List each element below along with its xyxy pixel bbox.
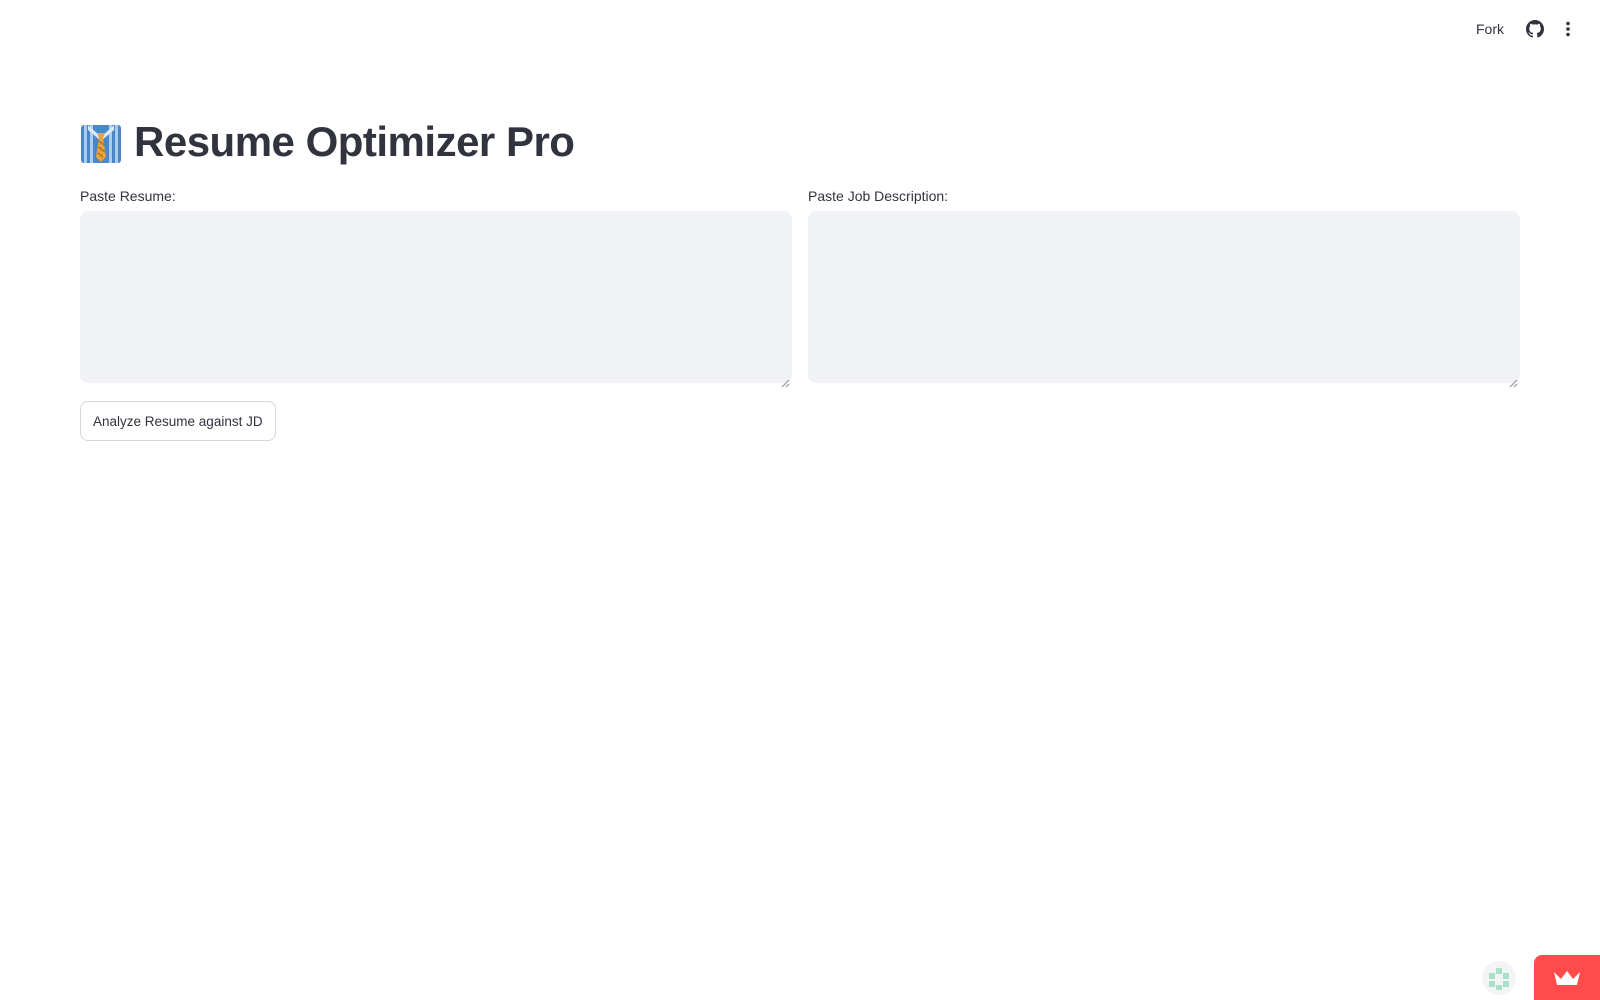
resume-label: Paste Resume: — [80, 188, 176, 204]
app-root: Fork Resume Optimizer Pro Paste Resume: … — [0, 0, 1600, 1000]
crown-icon — [1554, 970, 1580, 985]
more-vertical-icon — [1566, 21, 1570, 37]
resize-handle-icon[interactable] — [1509, 379, 1518, 388]
page-title: Resume Optimizer Pro — [80, 116, 575, 168]
app-status-icon — [1489, 968, 1509, 990]
github-button[interactable] — [1522, 16, 1548, 42]
jd-label: Paste Job Description: — [808, 188, 949, 204]
resume-textarea[interactable] — [80, 211, 792, 383]
resize-handle-icon[interactable] — [781, 379, 790, 388]
resume-column: Paste Resume: — [80, 187, 792, 388]
streamlit-badge-button[interactable] — [1534, 955, 1600, 1000]
header-toolbar: Fork — [1468, 16, 1580, 42]
jd-column: Paste Job Description: — [808, 187, 1520, 388]
jd-textarea[interactable] — [808, 211, 1520, 383]
github-icon — [1526, 20, 1544, 38]
necktie-shirt-icon — [81, 125, 121, 163]
main-menu-button[interactable] — [1556, 16, 1580, 42]
page-title-text: Resume Optimizer Pro — [134, 118, 575, 165]
analyze-button[interactable]: Analyze Resume against JD — [80, 401, 276, 441]
fork-button[interactable]: Fork — [1468, 17, 1512, 41]
app-status-button[interactable] — [1482, 961, 1516, 995]
